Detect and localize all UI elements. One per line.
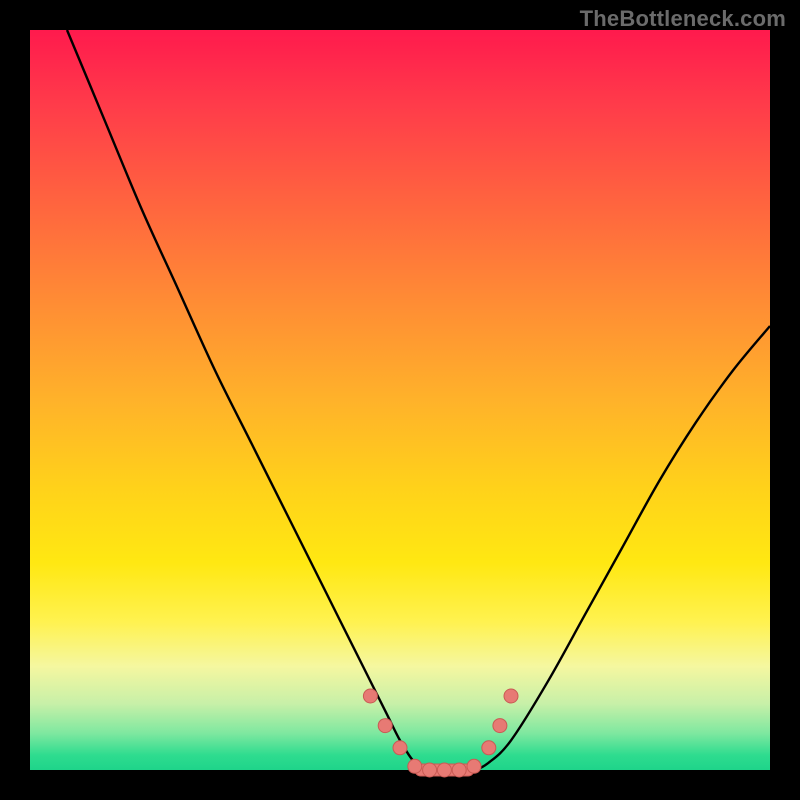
marker-dot: [378, 719, 392, 733]
marker-group: [363, 689, 518, 777]
bottleneck-curve: [67, 30, 770, 771]
chart-frame: TheBottleneck.com: [0, 0, 800, 800]
marker-dot: [452, 763, 466, 777]
marker-dot: [482, 741, 496, 755]
marker-dot: [363, 689, 377, 703]
watermark-text: TheBottleneck.com: [580, 6, 786, 32]
marker-dot: [504, 689, 518, 703]
marker-dot: [393, 741, 407, 755]
chart-svg: [30, 30, 770, 770]
marker-dot: [408, 759, 422, 773]
marker-dot: [423, 763, 437, 777]
marker-dot: [437, 763, 451, 777]
marker-dot: [493, 719, 507, 733]
curve-group: [67, 30, 770, 771]
marker-dot: [467, 759, 481, 773]
